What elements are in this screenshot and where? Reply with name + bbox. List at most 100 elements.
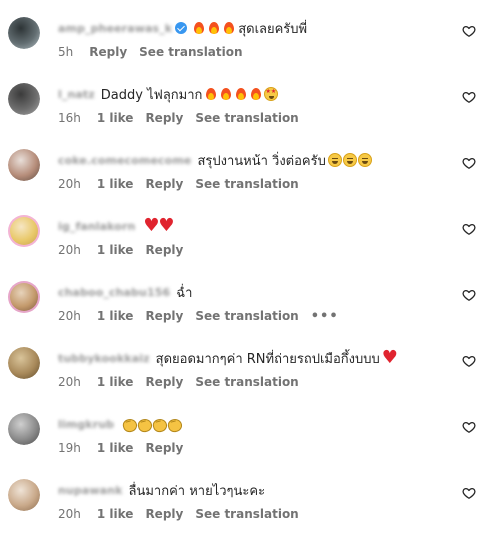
comment-meta: 16h 1 like Reply See translation — [58, 110, 299, 126]
comment-text: ฉ่ำ — [176, 285, 193, 301]
heart-outline-icon[interactable] — [462, 420, 476, 434]
avatar-image — [8, 413, 40, 445]
see-translation-button[interactable]: See translation — [195, 111, 298, 125]
comment-line: nupawank ลื่นมากค่า หายไวๆนะคะ — [58, 480, 265, 500]
emoji-group — [327, 153, 372, 167]
heart-emoji-icon — [143, 215, 159, 236]
verified-badge-icon — [175, 22, 188, 34]
username-link[interactable]: limgkrub — [58, 418, 114, 431]
username-link[interactable]: tubbykookkaiz — [58, 352, 150, 365]
timestamp: 19h — [58, 441, 81, 455]
laugh-emoji-icon — [342, 153, 357, 167]
comment-row: tubbykookkaiz สุดยอดมากๆค่า RNที่ถ่ายรถปเ… — [0, 344, 488, 410]
reply-button[interactable]: Reply — [89, 45, 127, 59]
see-translation-button[interactable]: See translation — [195, 375, 298, 389]
fire-emoji-icon — [192, 21, 206, 35]
comment-line: chaboo_chabu156 ฉ่ำ — [58, 282, 192, 302]
more-horizontal-icon[interactable]: ••• — [311, 309, 339, 324]
like-count[interactable]: 1 like — [97, 177, 134, 191]
clap-emoji-icon — [167, 417, 181, 431]
comment-line: l_natz Daddy ไฟลุกมาก — [58, 84, 279, 104]
clap-emoji-icon — [137, 417, 151, 431]
comment-text: สุดเลยครับพี่ — [238, 21, 308, 37]
comment-line: tubbykookkaiz สุดยอดมากๆค่า RNที่ถ่ายรถปเ… — [58, 347, 398, 368]
reply-button[interactable]: Reply — [145, 441, 183, 455]
like-count[interactable]: 1 like — [97, 375, 134, 389]
comment-row: amp_pheerawas_k สุดเลยครับพี่ 5h Reply See t… — [0, 14, 488, 80]
heart-outline-icon[interactable] — [462, 486, 476, 500]
see-translation-button[interactable]: See translation — [195, 309, 298, 323]
comment-text: สุดยอดมากๆค่า RNที่ถ่ายรถปเมือกึ้งบบบ — [155, 351, 380, 367]
username-link[interactable]: ig_fanlakorn — [58, 220, 135, 233]
comment-row: chaboo_chabu156 ฉ่ำ 20h 1 like Reply See tran… — [0, 278, 488, 344]
fire-emoji-icon — [204, 87, 218, 101]
see-translation-button[interactable]: See translation — [139, 45, 242, 59]
comment-meta: 20h 1 like Reply See translation ••• — [58, 308, 339, 324]
avatar-image — [10, 217, 38, 245]
see-translation-button[interactable]: See translation — [195, 177, 298, 191]
heart-outline-icon[interactable] — [462, 90, 476, 104]
avatar[interactable] — [8, 413, 40, 445]
comment-row: ig_fanlakorn 20h 1 like Reply — [0, 212, 488, 278]
comment-row: coke.comecomecome สรุปงานหน้า วิ่งต่อครับ… — [0, 146, 488, 212]
timestamp: 20h — [58, 507, 81, 521]
heart-outline-icon[interactable] — [462, 222, 476, 236]
emoji-group — [143, 215, 174, 236]
laugh-emoji-icon — [327, 153, 342, 167]
timestamp: 16h — [58, 111, 81, 125]
comment-meta: 20h 1 like Reply See translation — [58, 506, 299, 522]
avatar-image — [8, 347, 40, 379]
fire-emoji-icon — [219, 87, 233, 101]
starstruck-emoji-icon — [264, 87, 279, 101]
comment-row: limgkrub 19h 1 like Reply — [0, 410, 488, 476]
avatar-image — [8, 17, 40, 49]
like-count[interactable]: 1 like — [97, 243, 134, 257]
reply-button[interactable]: Reply — [145, 243, 183, 257]
username-link[interactable]: nupawank — [58, 484, 123, 497]
laugh-emoji-icon — [357, 153, 372, 167]
emoji-group — [122, 417, 181, 431]
heart-emoji-icon — [158, 215, 174, 236]
username-link[interactable]: l_natz — [58, 88, 95, 101]
like-count[interactable]: 1 like — [97, 507, 134, 521]
comment-line: coke.comecomecome สรุปงานหน้า วิ่งต่อครับ — [58, 150, 372, 170]
avatar[interactable] — [8, 149, 40, 181]
see-translation-button[interactable]: See translation — [195, 507, 298, 521]
heart-outline-icon[interactable] — [462, 156, 476, 170]
avatar-image — [8, 83, 40, 115]
comment-meta: 20h 1 like Reply See translation — [58, 176, 299, 192]
reply-button[interactable]: Reply — [145, 111, 183, 125]
comment-list: amp_pheerawas_k สุดเลยครับพี่ 5h Reply See t… — [0, 0, 488, 542]
avatar[interactable] — [8, 83, 40, 115]
like-count[interactable]: 1 like — [97, 111, 134, 125]
username-link[interactable]: amp_pheerawas_k — [58, 22, 172, 35]
heart-outline-icon[interactable] — [462, 354, 476, 368]
emoji-group — [204, 87, 279, 101]
fire-emoji-icon — [207, 21, 221, 35]
avatar-image — [8, 479, 40, 511]
comment-meta: 20h 1 like Reply — [58, 242, 195, 258]
comment-text: สรุปงานหน้า วิ่งต่อครับ — [197, 153, 326, 169]
heart-outline-icon[interactable] — [462, 288, 476, 302]
like-count[interactable]: 1 like — [97, 441, 134, 455]
emoji-group — [192, 21, 236, 35]
reply-button[interactable]: Reply — [145, 375, 183, 389]
timestamp: 20h — [58, 309, 81, 323]
heart-outline-icon[interactable] — [462, 24, 476, 38]
like-count[interactable]: 1 like — [97, 309, 134, 323]
username-link[interactable]: chaboo_chabu156 — [58, 286, 170, 299]
comment-line: limgkrub — [58, 414, 181, 434]
avatar[interactable] — [8, 281, 40, 313]
clap-emoji-icon — [152, 417, 166, 431]
reply-button[interactable]: Reply — [145, 507, 183, 521]
avatar[interactable] — [8, 479, 40, 511]
avatar[interactable] — [8, 215, 40, 247]
timestamp: 20h — [58, 375, 81, 389]
username-link[interactable]: coke.comecomecome — [58, 154, 191, 167]
timestamp: 20h — [58, 177, 81, 191]
reply-button[interactable]: Reply — [145, 309, 183, 323]
reply-button[interactable]: Reply — [145, 177, 183, 191]
avatar[interactable] — [8, 347, 40, 379]
avatar[interactable] — [8, 17, 40, 49]
comment-row: nupawank ลื่นมากค่า หายไวๆนะคะ 20h 1 like Re… — [0, 476, 488, 542]
